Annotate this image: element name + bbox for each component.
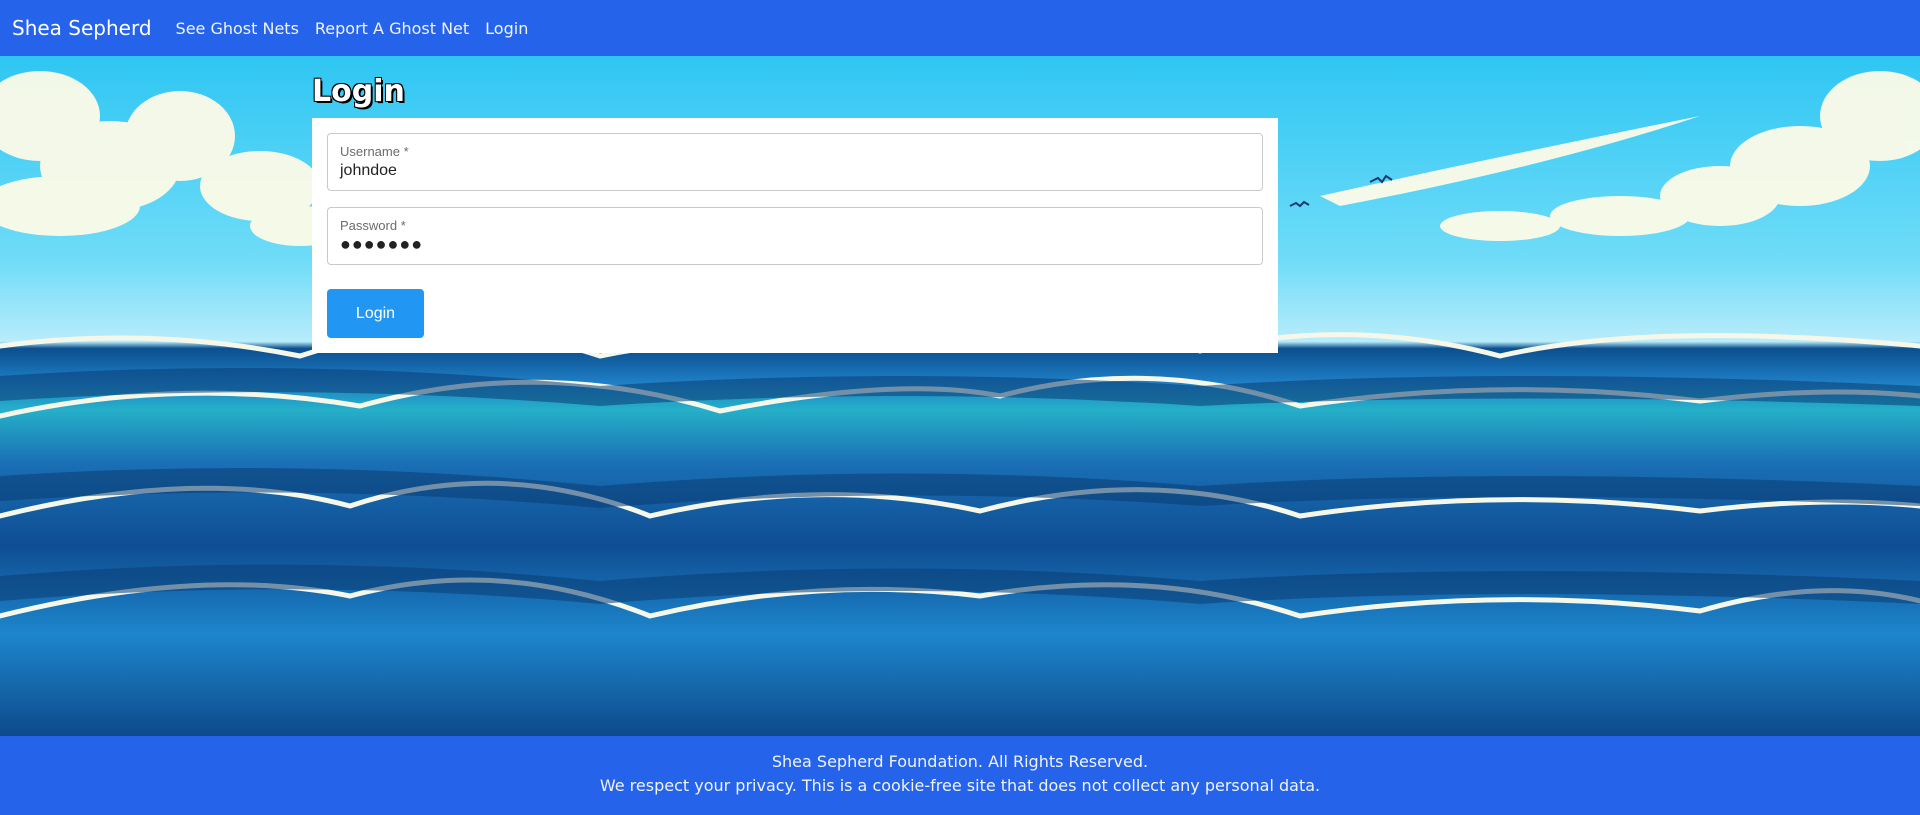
- login-form-card: Username * johndoe Password * ●●●●●●● Lo…: [312, 118, 1278, 353]
- page-title: Login: [312, 74, 405, 109]
- password-label: Password *: [340, 218, 406, 233]
- footer: Shea Sepherd Foundation. All Rights Rese…: [0, 736, 1920, 815]
- nav-see-ghost-nets[interactable]: See Ghost Nets: [176, 19, 299, 38]
- nav-login[interactable]: Login: [485, 19, 528, 38]
- nav-report-ghost-net[interactable]: Report A Ghost Net: [315, 19, 469, 38]
- footer-privacy-note: We respect your privacy. This is a cooki…: [599, 776, 1321, 795]
- username-label: Username *: [340, 144, 409, 159]
- username-input[interactable]: johndoe: [340, 162, 397, 180]
- top-navbar: Shea Sepherd See Ghost Nets Report A Gho…: [0, 0, 1920, 56]
- login-button[interactable]: Login: [327, 289, 424, 338]
- brand-link[interactable]: Shea Sepherd: [12, 16, 152, 40]
- password-field[interactable]: Password * ●●●●●●●: [327, 207, 1263, 265]
- password-input[interactable]: ●●●●●●●: [340, 234, 423, 255]
- footer-copyright: Shea Sepherd Foundation. All Rights Rese…: [771, 752, 1149, 771]
- username-field[interactable]: Username * johndoe: [327, 133, 1263, 191]
